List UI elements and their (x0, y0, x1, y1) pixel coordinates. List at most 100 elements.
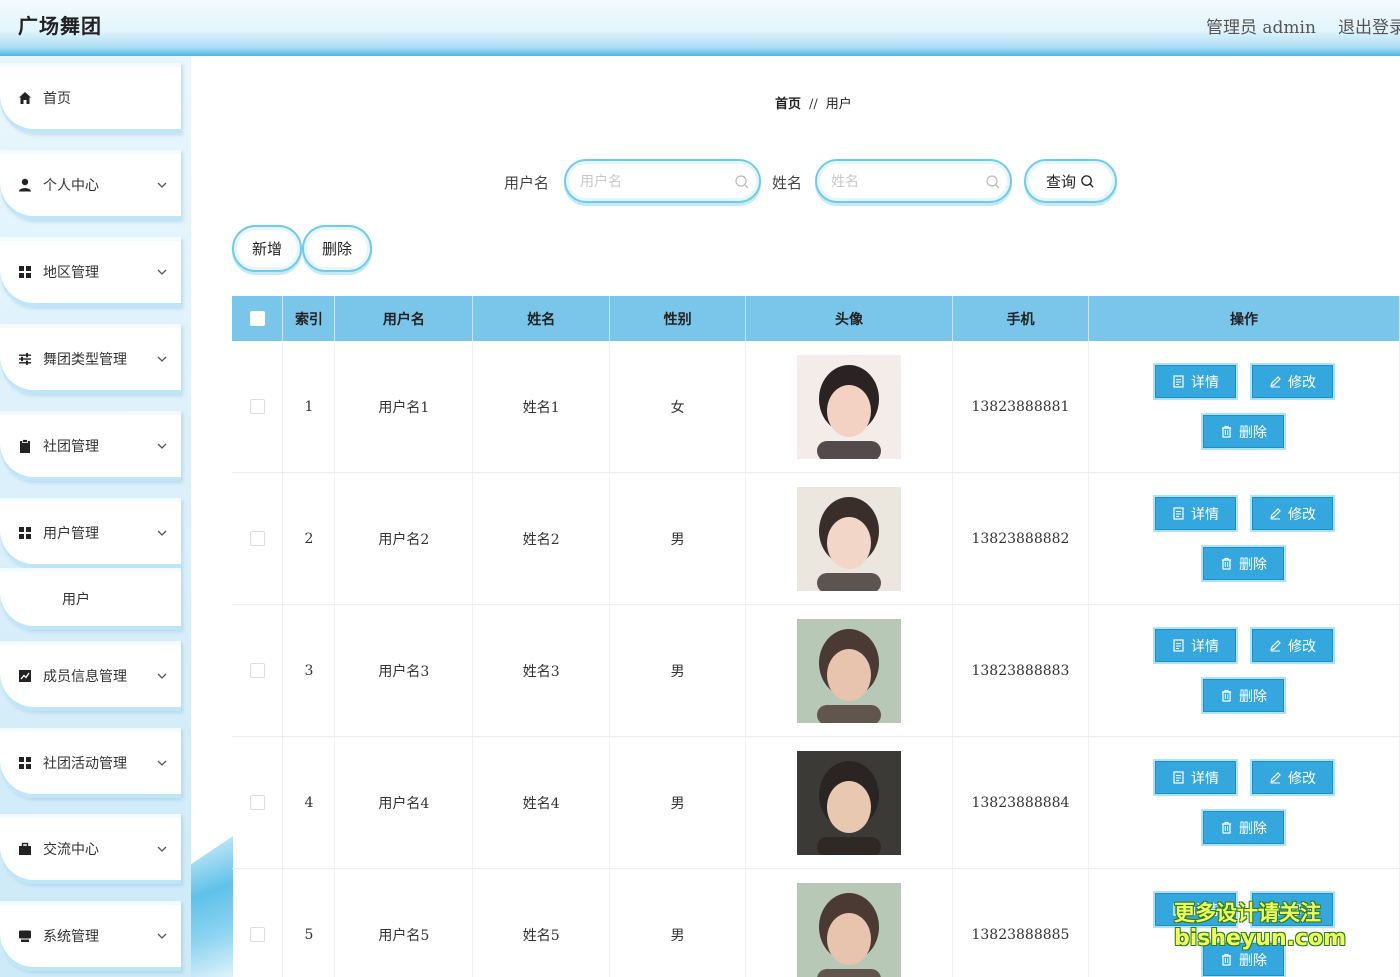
cell-name: 姓名3 (472, 604, 611, 737)
chevron-down-icon (157, 443, 167, 449)
chat-icon (18, 929, 32, 943)
query-button[interactable]: 查询 (1024, 159, 1117, 203)
watermark-line1: 更多设计请关注 (1174, 901, 1321, 925)
delete-button-label: 删除 (1238, 952, 1267, 969)
edit-button[interactable]: 修改 (1249, 627, 1335, 664)
search-icon (735, 175, 749, 189)
username-search-box (564, 159, 761, 203)
avatar[interactable] (797, 618, 902, 723)
add-button[interactable]: 新增 (232, 225, 302, 272)
top-header: 广场舞团 管理员 admin 退出登录 (0, 0, 1400, 56)
row-checkbox[interactable] (249, 795, 265, 810)
column-header: 性别 (609, 296, 747, 341)
avatar[interactable] (797, 882, 902, 977)
sidebar-item-label: 用户管理 (43, 526, 99, 542)
sidebar-item-label: 个人中心 (43, 178, 99, 194)
sidebar-item-member-info[interactable]: 成员信息管理 (0, 641, 181, 711)
detail-button[interactable]: 详情 (1152, 363, 1238, 400)
trash-icon (1221, 425, 1231, 438)
sidebar-item-troupe-type[interactable]: 舞团类型管理 (0, 324, 181, 394)
search-icon (1081, 174, 1094, 188)
column-header: 用户名 (334, 296, 474, 341)
detail-button[interactable]: 详情 (1152, 495, 1238, 532)
sidebar-item-label: 社团管理 (43, 439, 99, 455)
detail-button-label: 详情 (1190, 374, 1219, 391)
row-select-cell (232, 868, 284, 977)
delete-button-label: 删除 (1238, 688, 1267, 705)
sidebar-item-user-management[interactable]: 用户管理 (0, 498, 181, 568)
row-select-cell (232, 341, 284, 473)
edit-button[interactable]: 修改 (1249, 759, 1335, 796)
cell-phone: 13823888883 (952, 604, 1089, 737)
column-header: 头像 (745, 296, 953, 341)
cell-username: 用户名2 (334, 472, 474, 605)
document-icon (1173, 639, 1184, 652)
chevron-down-icon (157, 846, 167, 852)
cell-phone: 13823888881 (952, 341, 1089, 473)
sidebar-item-personal-center[interactable]: 个人中心 (0, 150, 181, 220)
edit-icon (1270, 772, 1281, 784)
avatar[interactable] (797, 750, 902, 855)
chevron-down-icon (157, 530, 167, 536)
edit-icon (1270, 508, 1281, 520)
cell-actions: 详情 修改删除 (1088, 604, 1400, 737)
cell-name: 姓名4 (472, 736, 611, 869)
edit-button[interactable]: 修改 (1249, 363, 1335, 400)
detail-button[interactable]: 详情 (1152, 627, 1238, 664)
row-checkbox[interactable] (249, 399, 265, 414)
search-icon (986, 175, 1000, 189)
sidebar-item-club-activity[interactable]: 社团活动管理 (0, 728, 181, 798)
name-search-input[interactable] (831, 172, 981, 192)
sidebar-item-club[interactable]: 社团管理 (0, 411, 181, 481)
sidebar-item-exchange[interactable]: 交流中心 (0, 814, 181, 884)
sidebar-item-label: 交流中心 (43, 842, 99, 858)
query-button-label: 查询 (1045, 172, 1076, 191)
cell-phone: 13823888884 (952, 736, 1089, 869)
grid-icon (18, 526, 32, 540)
breadcrumb: 首页 // 用户 (775, 93, 852, 112)
sidebar-item-label: 用户 (62, 592, 90, 608)
table-header-row: 索引 用户名 姓名 性别 头像 手机 操作 (232, 296, 1400, 341)
table-row: 3 用户名3 姓名3 男 13823888883 详情 修改 删除 (232, 604, 1400, 737)
avatar[interactable] (797, 486, 902, 591)
name-search-box (815, 159, 1012, 203)
clipboard-icon (18, 439, 32, 453)
detail-button[interactable]: 详情 (1152, 759, 1238, 796)
sidebar-item-system[interactable]: 系统管理 (0, 901, 181, 971)
sidebar-item-label: 系统管理 (43, 929, 99, 945)
grid-icon (18, 756, 32, 770)
main-content: 首页 // 用户 用户名 姓名 查询 新增 删除 索引 用户名 姓名 性别 头像 手… (191, 56, 1400, 977)
delete-button[interactable]: 删除 (1200, 413, 1286, 450)
delete-button[interactable]: 删除 (1200, 677, 1286, 714)
username-search-label: 用户名 (504, 174, 550, 192)
sidebar-item-label: 社团活动管理 (43, 756, 127, 772)
cell-gender: 男 (609, 736, 747, 869)
delete-button[interactable]: 删除 (1200, 545, 1286, 582)
row-select-cell (232, 472, 284, 605)
batch-delete-button[interactable]: 删除 (302, 225, 372, 272)
breadcrumb-home[interactable]: 首页 (775, 97, 801, 112)
cell-username: 用户名1 (334, 341, 474, 473)
logout-link[interactable]: 退出登录 (1338, 13, 1400, 38)
sidebar-item-home[interactable]: 首页 (0, 63, 181, 133)
edit-button-label: 修改 (1287, 374, 1316, 391)
chevron-down-icon (157, 182, 167, 188)
row-checkbox[interactable] (249, 663, 265, 678)
avatar[interactable] (797, 354, 902, 459)
select-all-checkbox[interactable] (249, 311, 265, 326)
table-body: 1 用户名1 姓名1 女 13823888881 详情 修改 删除 2 用户名2 姓名2 男 13823… (232, 341, 1400, 977)
cell-name: 姓名2 (472, 472, 611, 605)
sidebar-item-label: 成员信息管理 (43, 669, 127, 685)
row-checkbox[interactable] (249, 927, 265, 942)
row-checkbox[interactable] (249, 531, 265, 546)
user-table: 索引 用户名 姓名 性别 头像 手机 操作 1 用户名1 姓名1 女 138238888… (232, 296, 1400, 977)
user-icon (18, 178, 32, 192)
edit-button[interactable]: 修改 (1249, 495, 1335, 532)
sidebar-item-region[interactable]: 地区管理 (0, 237, 181, 307)
cell-index: 5 (282, 868, 336, 977)
username-search-input[interactable] (580, 172, 730, 192)
delete-button[interactable]: 删除 (1200, 809, 1286, 846)
trash-icon (1221, 821, 1231, 834)
sidebar-subitem-user[interactable]: 用户 (0, 568, 181, 630)
table-row: 4 用户名4 姓名4 男 13823888884 详情 修改 删除 (232, 736, 1400, 869)
